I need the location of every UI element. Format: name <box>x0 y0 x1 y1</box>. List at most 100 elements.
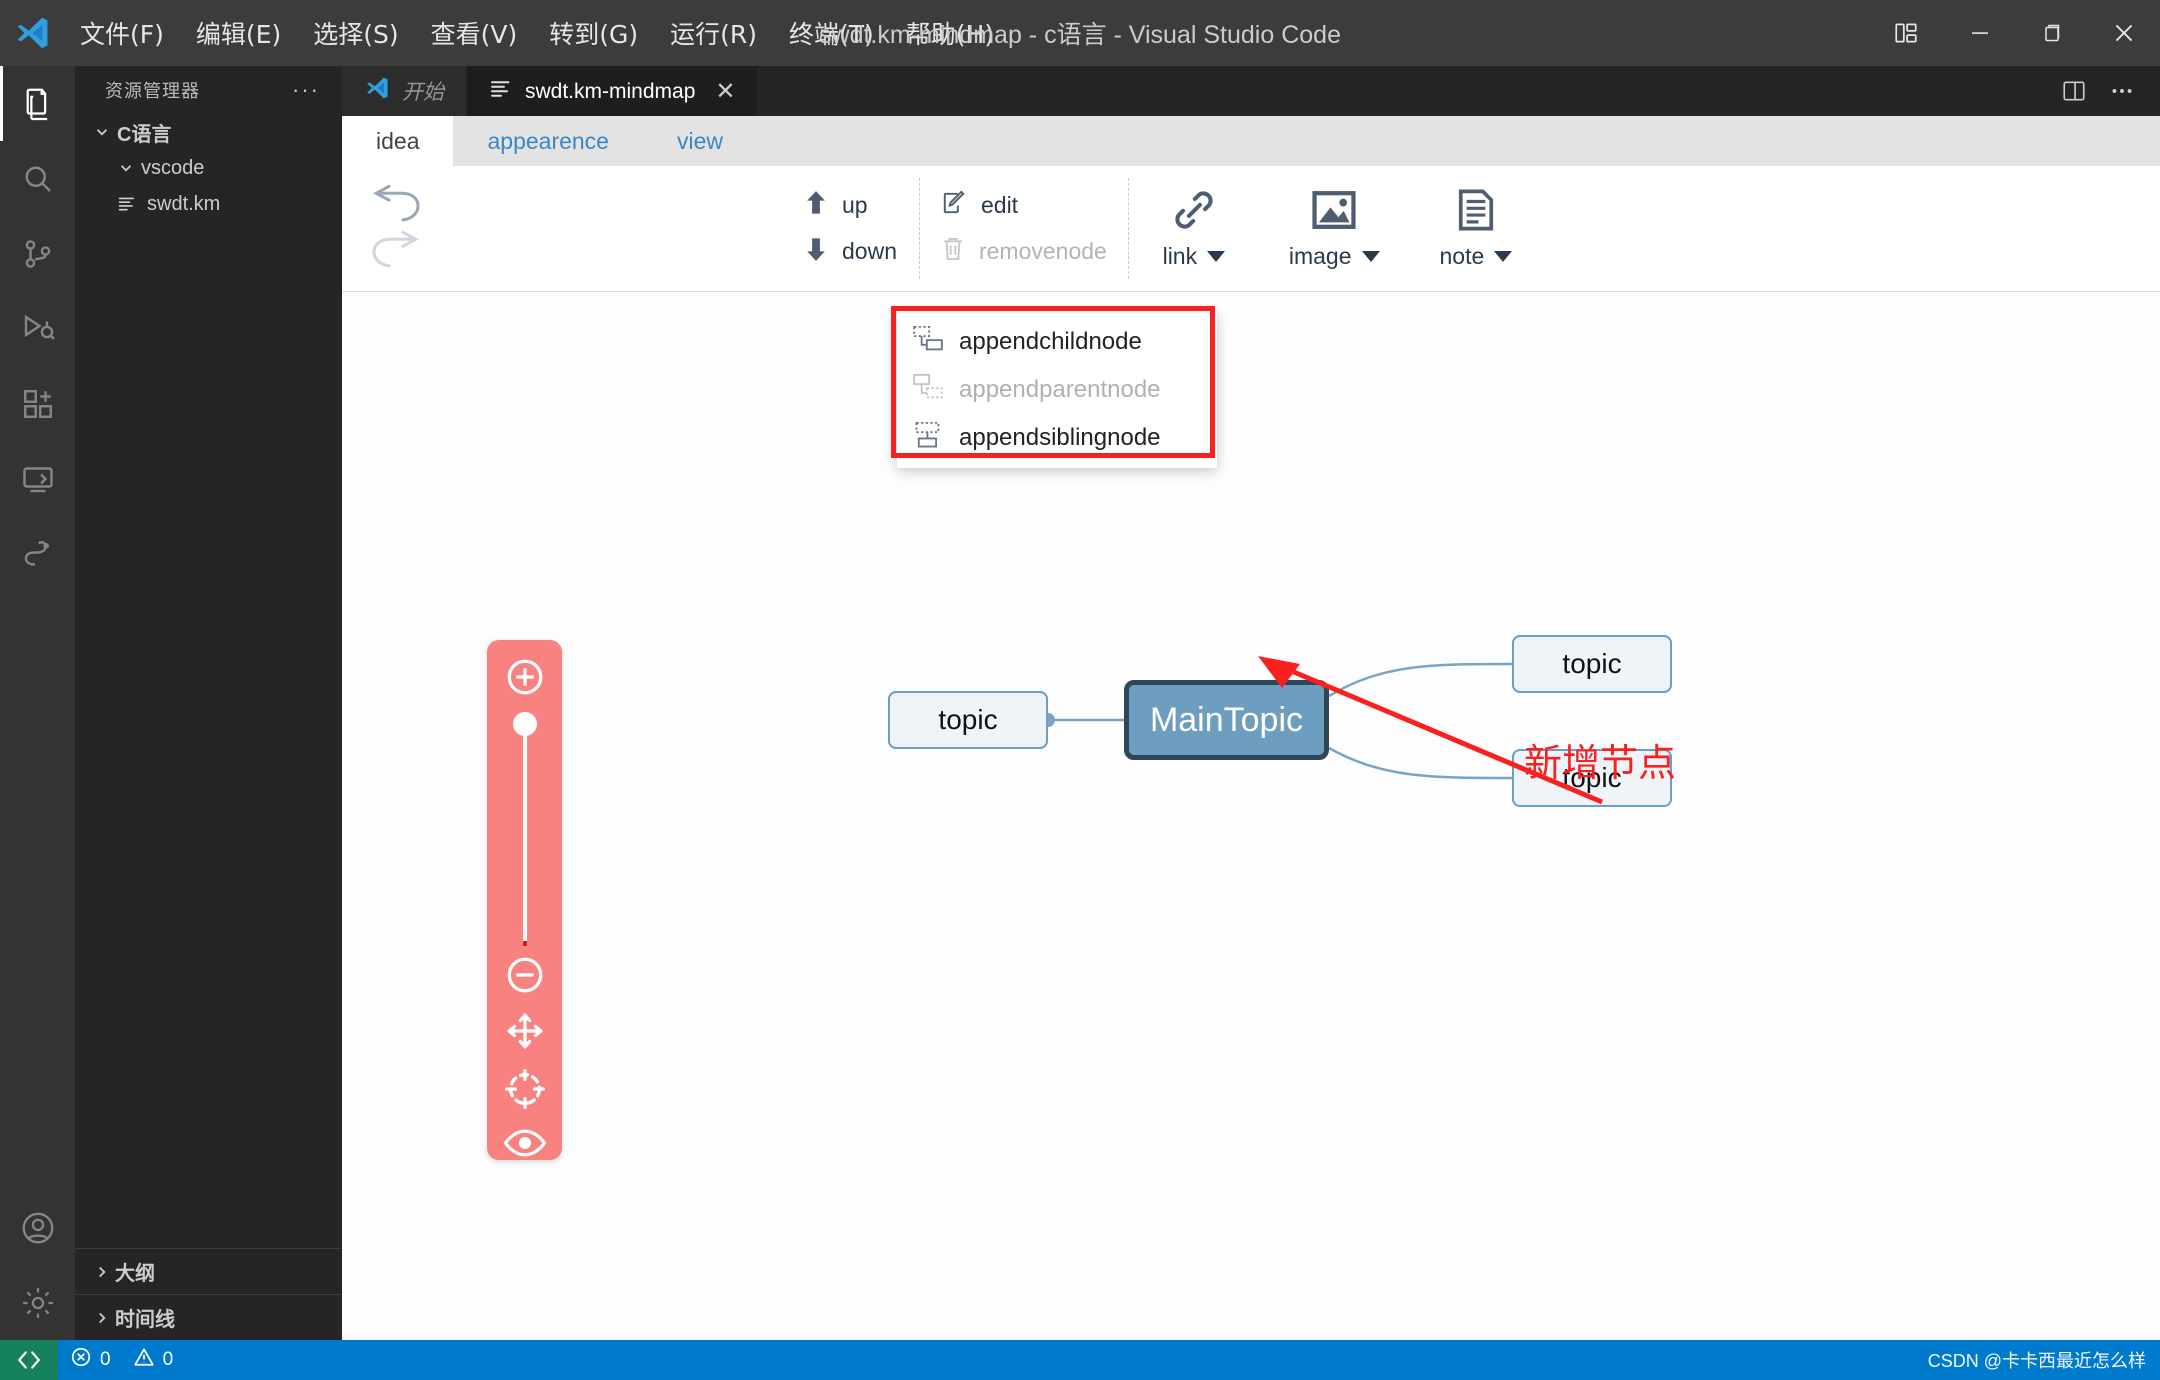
close-icon[interactable] <box>2088 0 2160 66</box>
sidebar-title: 资源管理器 <box>105 81 200 101</box>
activity-remote-icon[interactable] <box>0 441 75 516</box>
move-arrows-icon[interactable] <box>504 1010 546 1052</box>
mindmap-tab-appearence[interactable]: appearence <box>453 116 643 166</box>
button-down[interactable]: down <box>804 236 897 268</box>
append-node-menu[interactable]: appendchildnode appendparentnode appends… <box>897 312 1217 468</box>
menu-view[interactable]: 查看(V) <box>415 9 534 57</box>
zoom-slider-handle[interactable] <box>512 712 537 736</box>
button-link[interactable]: link <box>1129 166 1259 291</box>
button-label: image <box>1288 242 1352 269</box>
menu-selection[interactable]: 选择(S) <box>297 9 414 57</box>
zoom-slider-end-mark <box>522 941 527 946</box>
mindmap-file-icon <box>489 77 513 107</box>
vscode-logo-icon <box>364 75 390 107</box>
mindmap-tab-view[interactable]: view <box>642 116 757 166</box>
layout-icon[interactable] <box>1868 0 1944 66</box>
window-controls <box>1868 0 2160 66</box>
ellipsis-icon[interactable]: ··· <box>284 77 328 103</box>
append-sibling-node-icon <box>913 421 943 456</box>
button-edit[interactable]: edit <box>941 189 1107 222</box>
tab-label: swdt.km-mindmap <box>525 79 696 103</box>
edit-pencil-icon <box>941 189 967 222</box>
button-image-label-row: image <box>1289 243 1380 270</box>
arrow-down-icon <box>804 236 828 268</box>
button-image[interactable]: image <box>1259 166 1410 291</box>
activity-gear-icon[interactable] <box>0 1265 75 1340</box>
zoom-control-panel <box>487 640 562 1160</box>
menu-item-appendparentnode: appendparentnode <box>897 366 1217 414</box>
append-node-anchor <box>442 166 782 291</box>
annotation-label: 新增节点 <box>1524 741 1677 785</box>
activity-account-icon[interactable] <box>0 1190 75 1265</box>
vscode-logo-icon <box>0 0 64 66</box>
redo-arrow-icon[interactable] <box>368 230 424 274</box>
history-group <box>342 166 442 291</box>
tree-item-swdt-km-file[interactable]: swdt.km <box>75 186 342 222</box>
mindmap-node-left-topic[interactable]: topic <box>888 691 1048 749</box>
tree-item-vscode-folder[interactable]: vscode <box>75 150 342 186</box>
maximize-icon[interactable] <box>2016 0 2088 66</box>
tab-label: 开始 <box>402 81 444 104</box>
mindmap-node-label: topic <box>938 704 998 735</box>
vscode-window: 文件(F) 编辑(E) 选择(S) 查看(V) 转到(G) 运行(R) 终端(T… <box>0 0 2160 1380</box>
button-up[interactable]: up <box>804 190 897 222</box>
tab-swdt-km-mindmap[interactable]: swdt.km-mindmap ✕ <box>467 66 759 116</box>
menu-help[interactable]: 帮助(H) <box>890 9 1010 57</box>
menu-edit[interactable]: 编辑(E) <box>180 9 297 57</box>
ellipsis-icon[interactable] <box>2100 66 2144 116</box>
mindmap-node-right-topic-1[interactable]: topic <box>1512 635 1672 693</box>
button-note-label-row: note <box>1440 243 1513 270</box>
menu-terminal[interactable]: 终端(T) <box>773 9 890 57</box>
activity-snake-icon[interactable] <box>0 516 75 591</box>
note-document-icon <box>1454 188 1498 237</box>
sidebar-section-label: 大纲 <box>115 1263 155 1285</box>
button-removenode: removenode <box>941 236 1107 268</box>
mindmap-canvas[interactable]: topic MainTopic topic topic 新增节点 <box>342 292 2160 1340</box>
zoom-out-icon[interactable] <box>504 954 546 996</box>
mindmap-node-main[interactable]: MainTopic <box>1124 680 1329 760</box>
menu-item-appendchildnode[interactable]: appendchildnode <box>897 318 1217 366</box>
activity-extensions-icon[interactable] <box>0 366 75 441</box>
activity-run-debug-icon[interactable] <box>0 291 75 366</box>
menu-item-appendsiblingnode[interactable]: appendsiblingnode <box>897 414 1217 462</box>
error-count: 0 <box>100 1349 111 1370</box>
button-label: link <box>1162 242 1198 269</box>
button-label: up <box>842 192 868 218</box>
zoom-in-icon[interactable] <box>504 656 546 698</box>
menu-run[interactable]: 运行(R) <box>654 9 773 57</box>
minimize-icon[interactable] <box>1944 0 2016 66</box>
status-remote-icon[interactable] <box>0 1340 58 1380</box>
sidebar-section-timeline[interactable]: 时间线 <box>75 1294 342 1340</box>
zoom-slider-track <box>522 712 527 944</box>
split-editor-icon[interactable] <box>2052 66 2096 116</box>
close-icon[interactable]: ✕ <box>715 77 735 106</box>
menu-file[interactable]: 文件(F) <box>64 9 180 57</box>
undo-arrow-icon[interactable] <box>368 184 424 228</box>
mindmap-file-icon <box>113 194 141 214</box>
tree-item-label: swdt.km <box>147 192 221 215</box>
activity-explorer-icon[interactable] <box>0 66 75 141</box>
mindmap-node-label: MainTopic <box>1149 700 1304 739</box>
tree-item-label: C语言 <box>117 123 172 146</box>
button-link-label-row: link <box>1163 243 1226 270</box>
mindmap-tab-idea[interactable]: idea <box>342 116 454 166</box>
button-note[interactable]: note <box>1410 166 1543 291</box>
activity-source-control-icon[interactable] <box>0 216 75 291</box>
eye-icon[interactable] <box>503 1126 547 1160</box>
warning-triangle-icon <box>133 1346 155 1374</box>
editor-tab-bar: 开始 swdt.km-mindmap ✕ <box>342 66 2160 116</box>
mindmap-tab-strip: idea appearence view <box>342 116 2160 166</box>
zoom-slider[interactable] <box>512 712 537 946</box>
warning-count: 0 <box>162 1349 174 1370</box>
status-problems[interactable]: 0 0 <box>58 1340 185 1380</box>
crosshair-icon[interactable] <box>504 1068 546 1110</box>
mindmap-tab-label: view <box>676 127 723 154</box>
append-parent-node-icon <box>913 373 943 408</box>
mindmap-edges <box>1041 662 1513 780</box>
tree-item-c-folder[interactable]: C语言 <box>75 114 342 150</box>
activity-search-icon[interactable] <box>0 141 75 216</box>
image-icon <box>1311 188 1357 237</box>
menu-go[interactable]: 转到(G) <box>533 9 654 57</box>
sidebar-section-outline[interactable]: 大纲 <box>75 1248 342 1294</box>
tab-welcome[interactable]: 开始 <box>342 66 467 116</box>
